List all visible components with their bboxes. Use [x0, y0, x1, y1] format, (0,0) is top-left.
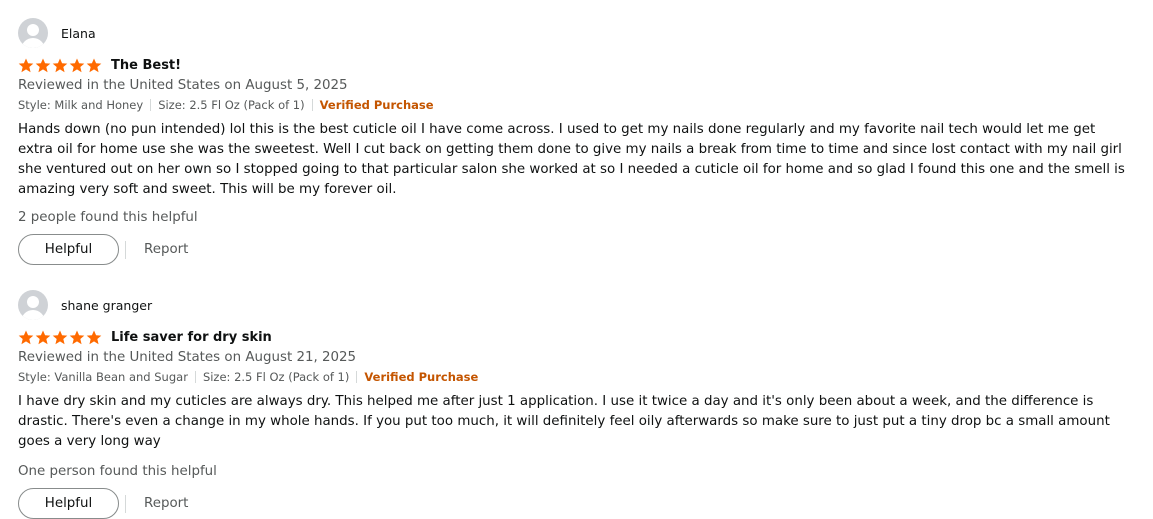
star-rating[interactable]	[18, 330, 102, 345]
star-icon	[69, 58, 85, 72]
star-icon	[52, 58, 68, 72]
star-icon	[35, 330, 51, 344]
star-icon	[18, 330, 34, 344]
reviewer-name[interactable]: Elana	[61, 26, 96, 41]
review-card: Elana The Best! Reviewed in the United S…	[18, 18, 1138, 265]
review-title[interactable]: The Best!	[111, 58, 181, 73]
variant-size[interactable]: Size: 2.5 Fl Oz (Pack of 1)	[203, 370, 349, 384]
divider	[194, 371, 196, 383]
divider	[356, 371, 358, 383]
star-icon	[86, 58, 102, 72]
helpful-button[interactable]: Helpful	[18, 234, 119, 265]
reviewer-name[interactable]: shane granger	[61, 298, 152, 313]
star-icon	[35, 58, 51, 72]
user-avatar-icon	[18, 18, 48, 48]
verified-purchase-badge[interactable]: Verified Purchase	[364, 370, 478, 384]
variant-size[interactable]: Size: 2.5 Fl Oz (Pack of 1)	[158, 98, 304, 112]
review-title[interactable]: Life saver for dry skin	[111, 330, 272, 345]
star-icon	[69, 330, 85, 344]
reviewer-profile[interactable]: Elana	[18, 18, 1138, 48]
divider	[150, 99, 152, 111]
divider	[125, 494, 126, 513]
variant-style[interactable]: Style: Vanilla Bean and Sugar	[18, 370, 188, 384]
helpful-button[interactable]: Helpful	[18, 488, 119, 519]
report-link[interactable]: Report	[144, 242, 188, 257]
variant-style[interactable]: Style: Milk and Honey	[18, 98, 143, 112]
review-date: Reviewed in the United States on August …	[18, 78, 348, 93]
star-rating[interactable]	[18, 58, 102, 73]
user-avatar-icon	[18, 290, 48, 320]
verified-purchase-badge[interactable]: Verified Purchase	[320, 98, 434, 112]
star-icon	[18, 58, 34, 72]
review-text: Hands down (no pun intended) lol this is…	[18, 122, 1125, 197]
product-variant-info: Style: Vanilla Bean and Sugar Size: 2.5 F…	[18, 369, 1138, 386]
report-link[interactable]: Report	[144, 496, 188, 511]
review-text: I have dry skin and my cuticles are alwa…	[18, 394, 1110, 449]
helpful-count: One person found this helpful	[18, 464, 217, 479]
review-card: shane granger Life saver for dry skin Re…	[18, 290, 1138, 519]
helpful-count: 2 people found this helpful	[18, 210, 198, 225]
divider	[311, 99, 313, 111]
star-icon	[86, 330, 102, 344]
review-date: Reviewed in the United States on August …	[18, 350, 357, 365]
product-variant-info: Style: Milk and Honey Size: 2.5 Fl Oz (Pa…	[18, 97, 1138, 114]
divider	[125, 240, 126, 259]
star-icon	[52, 330, 68, 344]
reviewer-profile[interactable]: shane granger	[18, 290, 1138, 320]
